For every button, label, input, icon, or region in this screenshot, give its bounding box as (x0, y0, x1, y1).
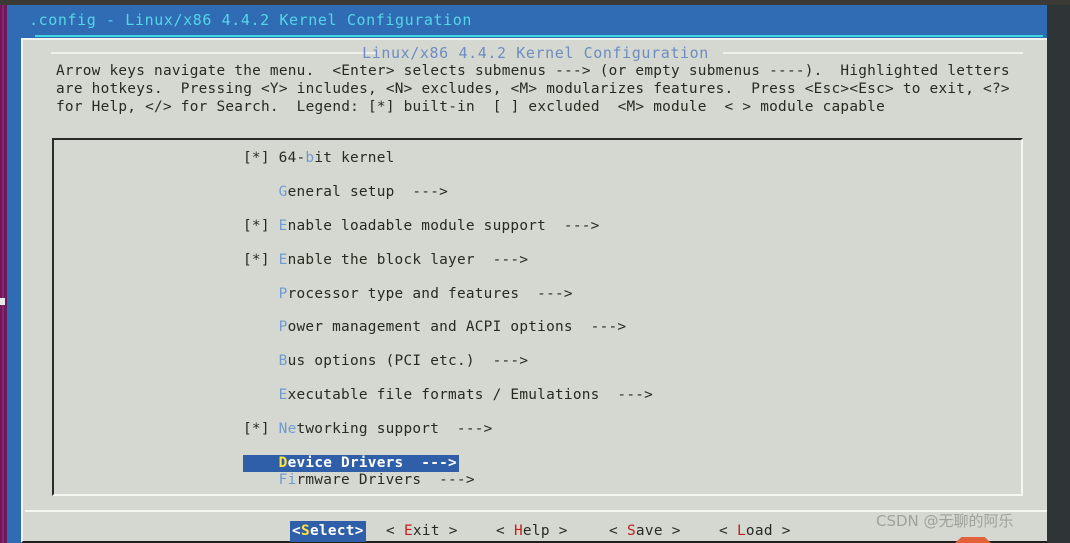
submenu-arrow-icon: ---> (599, 387, 654, 404)
save-button[interactable]: < Save > (609, 521, 681, 542)
button-bracket-left: < (609, 523, 627, 539)
menu-item-10[interactable]: Firmware Drivers ---> (243, 472, 653, 489)
menu-item-label: rmware Drivers (296, 471, 422, 488)
button-label: xit > (412, 523, 458, 539)
menu-item-label: us options (PCI etc.) (287, 353, 475, 370)
submenu-arrow-icon: ---> (421, 471, 475, 488)
menu-item-7[interactable]: Executable file formats / Emulations ---… (243, 387, 653, 404)
menu-item-label: rocessor type and features (287, 285, 520, 302)
menu-item-label: xecutable file formats / Emulations (287, 387, 600, 404)
button-hotkey: E (403, 523, 413, 539)
menu-item-9[interactable]: Device Drivers ---> (243, 455, 459, 472)
menu-item-mark (243, 353, 279, 369)
menu-item-mark: [*] (243, 217, 279, 234)
menu-item-4[interactable]: Processor type and features ---> (243, 286, 653, 303)
button-hotkey: S (626, 523, 636, 539)
terminal-title-underline (35, 35, 1043, 37)
submenu-arrow-icon: ---> (403, 455, 457, 472)
menu-item-1[interactable]: General setup ---> (243, 184, 653, 201)
menu-item-6[interactable]: Bus options (PCI etc.) ---> (243, 353, 653, 370)
menu-list-box: [*] 64-bit kernel General setup ---> [*] … (52, 138, 1023, 496)
menuconfig-dialog: Linux/x86 4.4.2 Kernel Configuration Arr… (21, 38, 1047, 543)
submenu-arrow-icon: ---> (519, 285, 573, 302)
menu-item-hotkey: b (305, 150, 315, 166)
button-bracket-left: < (496, 523, 514, 539)
button-label: oad > (745, 523, 791, 539)
button-label: elp > (522, 523, 568, 539)
menu-item-label: ower management and ACPI options (287, 319, 573, 336)
menu-item-hotkey: D (278, 455, 288, 472)
help-button[interactable]: < Help > (496, 521, 568, 542)
menu-item-label: eneral setup (287, 183, 395, 200)
menu-item-hotkey: E (278, 251, 288, 268)
desktop-right-strip (1047, 5, 1070, 543)
menu-item-3[interactable]: [*] Enable the block layer ---> (243, 252, 653, 269)
menu-item-hotkey: P (278, 285, 288, 302)
button-label: ave > (635, 523, 681, 539)
screen: .config - Linux/x86 4.4.2 Kernel Configu… (0, 0, 1070, 543)
button-bracket-left: < (292, 523, 301, 539)
menu-item-label: it kernel (314, 150, 395, 166)
submenu-arrow-icon: ---> (474, 353, 529, 370)
load-button[interactable]: < Load > (719, 521, 791, 542)
menu-item-mark (243, 472, 279, 488)
select-button[interactable]: <Select> (290, 521, 366, 542)
menu-item-hotkey: Fi (278, 471, 297, 488)
menu-item-mark (243, 455, 279, 471)
submenu-arrow-icon: ---> (572, 319, 627, 336)
submenu-arrow-icon: ---> (439, 421, 493, 438)
terminal-scrollbar-tick[interactable] (0, 298, 5, 305)
exit-button[interactable]: < Exit > (386, 521, 458, 542)
menu-item-mark: [*] (243, 251, 279, 268)
menu-item-hotkey: B (278, 353, 288, 370)
button-hotkey: H (513, 523, 523, 539)
submenu-arrow-icon: ---> (546, 217, 600, 234)
menu-item-label: 64- (278, 150, 306, 166)
terminal-viewport: .config - Linux/x86 4.4.2 Kernel Configu… (7, 5, 1047, 543)
menu-list: [*] 64-bit kernel General setup ---> [*] … (243, 150, 653, 494)
button-label: elect> (309, 523, 364, 539)
menu-item-5[interactable]: Power management and ACPI options ---> (243, 319, 653, 336)
menu-item-hotkey: E (278, 387, 288, 404)
menu-item-8[interactable]: [*] Networking support ---> (243, 421, 653, 438)
menu-item-mark: [*] (243, 421, 279, 438)
menu-item-mark: [*] (243, 150, 279, 166)
menu-item-mark (243, 286, 279, 302)
menu-item-hotkey: Ne (278, 421, 297, 438)
button-bar: <Select> < Exit > < Help > < Save > < Load > (23, 521, 1047, 543)
menu-item-2[interactable]: [*] Enable loadable module support ---> (243, 218, 653, 235)
menu-item-label: tworking support (296, 421, 440, 438)
terminal-window-left-border-inner (2, 5, 4, 543)
menu-item-label: nable the block layer (287, 251, 475, 268)
dialog-title: Linux/x86 4.4.2 Kernel Configuration (362, 44, 709, 62)
submenu-arrow-icon: ---> (394, 183, 449, 200)
submenu-arrow-icon: ---> (474, 251, 529, 268)
menu-item-mark (243, 184, 279, 200)
menu-item-label: evice Drivers (287, 455, 404, 472)
terminal-title: .config - Linux/x86 4.4.2 Kernel Configu… (29, 11, 473, 29)
menu-item-hotkey: P (278, 319, 288, 336)
help-text: Arrow keys navigate the menu. <Enter> se… (56, 63, 1010, 116)
menu-item-hotkey: G (278, 183, 288, 200)
button-hotkey: S (300, 523, 310, 539)
menu-item-label: nable loadable module support (287, 217, 547, 234)
menu-item-mark (243, 387, 279, 403)
menu-item-0[interactable]: [*] 64-bit kernel (243, 150, 653, 167)
button-hotkey: L (736, 523, 746, 539)
button-bracket-left: < (386, 523, 404, 539)
menu-item-hotkey: E (278, 217, 288, 234)
button-bar-separator (25, 510, 1047, 512)
button-bracket-left: < (719, 523, 737, 539)
menu-item-mark (243, 319, 279, 335)
